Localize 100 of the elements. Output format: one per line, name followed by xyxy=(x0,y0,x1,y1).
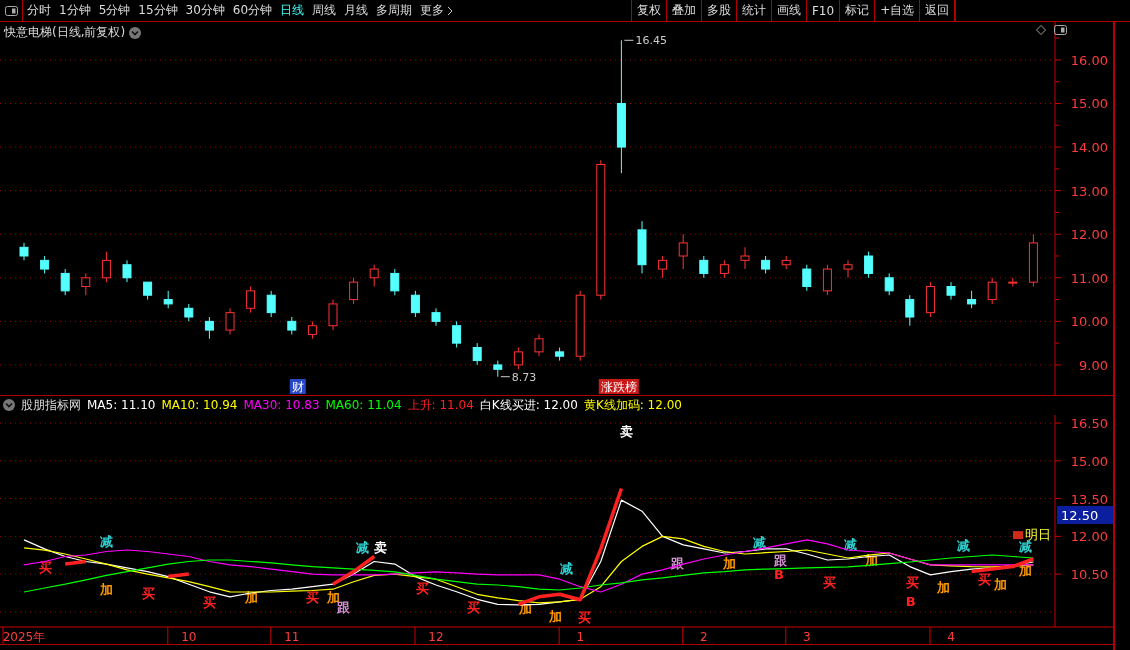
diamond-icon[interactable] xyxy=(1036,25,1046,35)
signal-mark: 买 xyxy=(823,574,837,590)
candlestick xyxy=(740,246,750,270)
candlestick xyxy=(802,264,812,292)
chart-title: 快意电梯(日线,前复权) xyxy=(4,24,126,41)
candlestick xyxy=(19,242,29,261)
candlestick xyxy=(946,281,956,301)
candlestick xyxy=(493,360,503,378)
signal-mark: 买 xyxy=(415,580,429,596)
signal-mark: 买 xyxy=(141,585,155,601)
indicator-value: 黄K线加码: 12.00 xyxy=(583,396,682,414)
indicator-value: MA30: 10.83 xyxy=(243,398,320,413)
indicator-value: 上升: 11.04 xyxy=(407,396,474,414)
signal-mark: 减 xyxy=(1019,539,1033,555)
candlestick xyxy=(1008,277,1018,287)
candlestick xyxy=(637,220,647,274)
event-badge[interactable]: 涨跌榜 xyxy=(598,379,639,394)
date-label: 2 xyxy=(700,629,708,644)
axis-label: 10.50 xyxy=(1070,567,1108,583)
signal-mark: 买 xyxy=(306,589,320,605)
signal-mark: 加 xyxy=(1019,563,1033,579)
candlestick xyxy=(184,303,194,322)
signal-mark: 减 xyxy=(957,538,971,554)
candlestick xyxy=(143,281,153,301)
signal-mark: 减 xyxy=(753,534,767,550)
candlestick xyxy=(781,255,791,270)
candlestick xyxy=(410,290,420,318)
signal-mark: 卖 xyxy=(374,539,388,555)
signal-mark: 买 xyxy=(203,594,217,610)
signal-mark: 买 xyxy=(977,572,991,588)
dropdown-icon[interactable] xyxy=(129,26,142,39)
signal-mark: 买 xyxy=(38,559,52,575)
axis-label: 15.00 xyxy=(1070,96,1108,112)
candlestick xyxy=(122,259,132,283)
date-label: 11 xyxy=(284,629,300,644)
candlestick xyxy=(534,333,544,357)
indicator-value: MA60: 11.04 xyxy=(325,398,402,413)
event-badge[interactable]: 财 xyxy=(289,379,306,394)
period-tab[interactable]: 60分钟 xyxy=(228,0,277,21)
axis-label: 15.00 xyxy=(1070,453,1108,469)
candlestick xyxy=(699,255,709,279)
signal-mark: 跟 xyxy=(774,552,787,568)
candlestick xyxy=(884,272,894,296)
period-tab[interactable]: 1分钟 xyxy=(55,0,95,21)
candlestick xyxy=(719,259,729,279)
axis-label: 13.00 xyxy=(1070,183,1108,199)
period-tab[interactable]: 15分钟 xyxy=(134,0,182,21)
date-label: 10 xyxy=(181,629,197,644)
candlestick xyxy=(472,342,482,366)
price-label: 16.45 xyxy=(635,34,667,48)
candlestick xyxy=(40,255,50,274)
candlestick xyxy=(822,264,832,296)
candlestick xyxy=(101,251,111,283)
indicator-value: MA10: 10.94 xyxy=(161,398,238,413)
axis-label: 13.50 xyxy=(1070,491,1108,507)
candlestick xyxy=(555,347,565,362)
period-tab[interactable]: 多周期 xyxy=(372,0,417,21)
signal-mark: 加 xyxy=(722,555,736,571)
period-tab[interactable]: 月线 xyxy=(340,0,373,21)
candlestick xyxy=(369,264,379,287)
candlestick xyxy=(761,255,771,274)
signal-mark: 减 xyxy=(844,536,858,552)
period-tab[interactable]: 分时 xyxy=(23,0,55,21)
candlestick xyxy=(925,281,935,318)
candlestick xyxy=(431,307,441,327)
signal-mark: 卖 xyxy=(619,423,633,439)
signal-mark: 加 xyxy=(994,577,1008,593)
candlestick xyxy=(864,251,874,279)
signal-mark: 减 xyxy=(100,533,114,549)
dropdown-icon[interactable] xyxy=(3,399,15,412)
candlestick xyxy=(575,290,585,362)
period-tab[interactable]: 30分钟 xyxy=(181,0,229,21)
indicator-value: MA5: 11.10 xyxy=(87,398,156,413)
date-label: 4 xyxy=(947,629,955,644)
more-menu[interactable]: 更多 xyxy=(416,0,458,21)
signal-mark: 加 xyxy=(549,608,563,624)
date-label: 3 xyxy=(803,629,811,644)
panel-toggle-icon[interactable] xyxy=(1054,25,1067,35)
signal-mark: 买 xyxy=(905,574,919,590)
candlestick xyxy=(678,233,688,270)
panel-toggle-icon[interactable] xyxy=(4,5,18,16)
period-tab[interactable]: 5分钟 xyxy=(94,0,135,21)
price-label: 8.73 xyxy=(511,370,537,384)
indicator-value: 白K线买进: 12.00 xyxy=(479,396,578,414)
candlestick xyxy=(266,290,276,318)
candlestick xyxy=(452,320,462,348)
candlestick xyxy=(1028,233,1038,287)
signal-mark: 减 xyxy=(355,539,369,555)
signal-mark: B xyxy=(905,593,916,609)
period-tab[interactable]: 日线 xyxy=(276,0,309,21)
period-tab[interactable]: 周线 xyxy=(308,0,341,21)
axis-label: 12.00 xyxy=(1070,529,1108,545)
candlestick xyxy=(287,316,297,335)
candlestick xyxy=(204,316,214,340)
candlestick xyxy=(905,294,915,327)
axis-label: 14.00 xyxy=(1070,140,1108,156)
next-day-marker xyxy=(1013,531,1023,539)
price-tag: 12.50 xyxy=(1057,505,1113,524)
axis-label: 12.00 xyxy=(1070,227,1108,243)
candlestick xyxy=(225,307,235,335)
